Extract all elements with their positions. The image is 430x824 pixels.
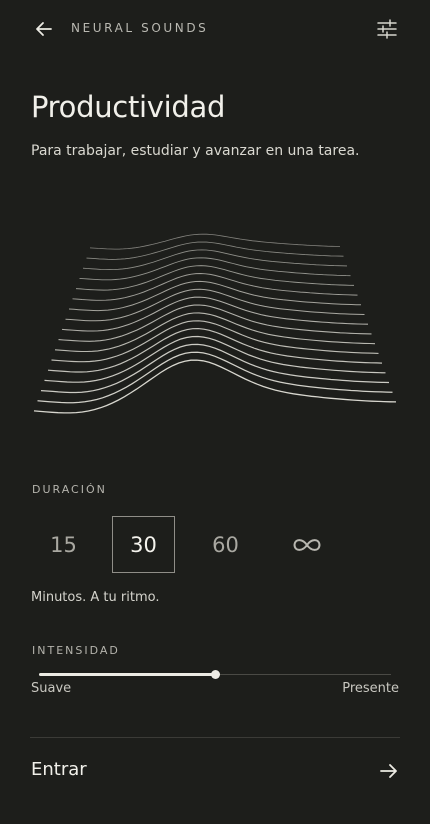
- divider: [30, 737, 400, 738]
- wave-line: [82, 249, 348, 271]
- settings-button[interactable]: [374, 16, 400, 42]
- sliders-icon: [377, 19, 397, 39]
- wave-line: [61, 296, 369, 332]
- duration-label: DURACIÓN: [32, 483, 107, 496]
- page-title: Productividad: [31, 90, 226, 124]
- wave-line: [72, 273, 358, 301]
- slider-fill: [39, 673, 215, 676]
- duration-caption: Minutos. A tu ritmo.: [31, 590, 160, 605]
- infinity-icon: [292, 538, 321, 551]
- back-button[interactable]: [30, 16, 58, 42]
- duration-option-30[interactable]: 30: [112, 516, 175, 573]
- wave-line: [37, 351, 393, 404]
- wave-line: [89, 233, 341, 250]
- slider-thumb[interactable]: [211, 670, 220, 679]
- intensity-max-label: Presente: [342, 681, 399, 696]
- top-bar: NEURAL SOUNDS: [0, 0, 430, 58]
- wave-line: [44, 335, 386, 383]
- duration-option-15[interactable]: 15: [32, 516, 95, 573]
- arrow-right-icon: [380, 764, 397, 778]
- wave-illustration: [33, 233, 397, 414]
- enter-button[interactable]: Entrar: [30, 747, 400, 795]
- wave-line: [68, 280, 362, 312]
- page-subtitle: Para trabajar, estudiar y avanzar en una…: [31, 143, 360, 159]
- intensity-slider[interactable]: [39, 668, 391, 682]
- duration-option-60[interactable]: 60: [194, 516, 257, 573]
- app-title: NEURAL SOUNDS: [71, 21, 209, 35]
- arrow-left-icon: [36, 22, 52, 36]
- wave-line: [33, 359, 397, 414]
- duration-option-infinite[interactable]: [275, 516, 338, 573]
- enter-label: Entrar: [31, 759, 87, 780]
- intensity-label: INTENSIDAD: [32, 644, 120, 657]
- intensity-min-label: Suave: [31, 681, 72, 696]
